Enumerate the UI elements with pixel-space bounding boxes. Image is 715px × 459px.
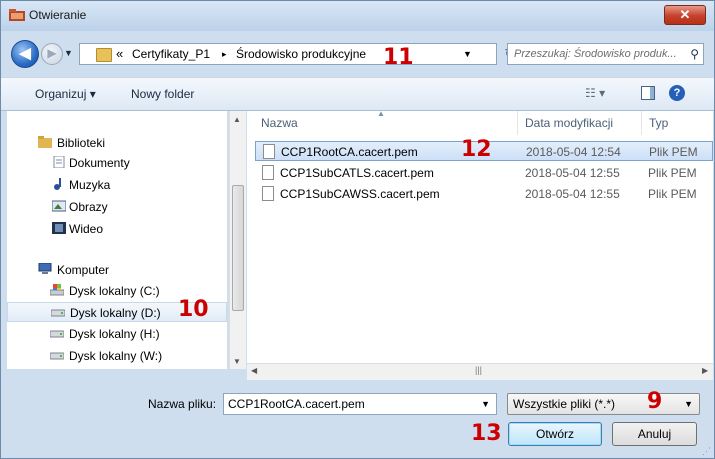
- scrollbar-grip[interactable]: |||: [475, 365, 482, 375]
- resize-grip-icon[interactable]: ⋰: [702, 446, 711, 457]
- file-list-hscrollbar[interactable]: ◀ ||| ▶: [247, 363, 713, 380]
- column-divider[interactable]: [641, 111, 642, 135]
- file-icon: [262, 186, 274, 201]
- callout-9: 9: [647, 389, 663, 414]
- navigation-pane: Biblioteki Dokumenty Muzyka Obrazy Wideo…: [7, 111, 227, 369]
- navigation-scrollbar[interactable]: ▲ ▼: [229, 111, 246, 369]
- tree-label-drive-h: Dysk lokalny (H:): [69, 327, 160, 341]
- forward-arrow-icon[interactable]: ▶: [41, 43, 63, 65]
- tree-item-computer[interactable]: Komputer: [7, 260, 225, 280]
- tree-label-computer: Komputer: [57, 263, 110, 277]
- library-icon: [38, 136, 52, 148]
- open-button[interactable]: Otwórz: [508, 422, 602, 446]
- filename-value: CCP1RootCA.cacert.pem: [228, 397, 365, 411]
- tree-label-drive-c: Dysk lokalny (C:): [69, 284, 160, 298]
- scrollbar-thumb[interactable]: [232, 185, 244, 311]
- search-icon[interactable]: ⚲: [690, 47, 699, 61]
- cancel-button[interactable]: Anuluj: [612, 422, 697, 446]
- file-date: 2018-05-04 12:55: [525, 187, 620, 201]
- tree-label-libraries: Biblioteki: [57, 136, 106, 150]
- dialog-footer: Nazwa pliku: CCP1RootCA.cacert.pem ▼ Wsz…: [1, 381, 714, 458]
- tree-label-dokumenty: Dokumenty: [69, 156, 130, 170]
- search-input[interactable]: Przeszukaj: Środowisko produk... ⚲: [507, 43, 704, 65]
- scroll-down-icon[interactable]: ▼: [233, 357, 241, 366]
- file-list-pane: Nazwa ▲ Data modyfikacji Typ CCP1RootCA.…: [247, 109, 713, 369]
- tree-item-wideo[interactable]: Wideo: [7, 219, 225, 239]
- breadcrumb-segment-srodowisko[interactable]: Środowisko produkcyjne: [236, 47, 366, 61]
- address-dropdown-icon[interactable]: ▼: [463, 49, 472, 59]
- tree-label-wideo: Wideo: [69, 222, 104, 236]
- column-header-name[interactable]: Nazwa: [261, 116, 298, 130]
- tree-label-drive-w: Dysk lokalny (W:): [69, 349, 163, 363]
- column-header-type[interactable]: Typ: [649, 116, 668, 130]
- breadcrumb-separator[interactable]: ▸: [222, 49, 227, 60]
- tree-label-muzyka: Muzyka: [69, 178, 111, 192]
- tree-label-drive-d: Dysk lokalny (D:): [70, 306, 161, 320]
- music-icon: [54, 178, 61, 190]
- callout-12: 12: [461, 137, 492, 162]
- breadcrumb-segment-certyfikaty[interactable]: Certyfikaty_P1: [132, 47, 210, 61]
- recent-locations-dropdown[interactable]: ▼: [64, 48, 73, 58]
- document-icon: [53, 156, 65, 168]
- tree-item-dokumenty[interactable]: Dokumenty: [7, 153, 225, 173]
- computer-icon: [38, 263, 52, 274]
- pictures-icon: [52, 200, 66, 212]
- callout-13: 13: [471, 421, 502, 446]
- title-bar: Otwieranie ✕: [1, 1, 714, 31]
- breadcrumb-overflow[interactable]: «: [116, 46, 123, 61]
- tree-item-obrazy[interactable]: Obrazy: [7, 197, 225, 217]
- column-divider[interactable]: [517, 111, 518, 135]
- tree-item-drive-h[interactable]: Dysk lokalny (H:): [7, 324, 225, 344]
- organize-button[interactable]: Organizuj ▾: [35, 87, 96, 101]
- file-row-subcawss[interactable]: CCP1SubCAWSS.cacert.pem 2018-05-04 12:55…: [255, 184, 713, 204]
- tree-item-muzyka[interactable]: Muzyka: [7, 175, 225, 195]
- callout-10: 10: [178, 297, 209, 322]
- scroll-left-icon[interactable]: ◀: [251, 366, 257, 375]
- close-button[interactable]: ✕: [664, 5, 706, 25]
- video-icon: [52, 222, 66, 234]
- file-row-subcatls[interactable]: CCP1SubCATLS.cacert.pem 2018-05-04 12:55…: [255, 163, 713, 183]
- file-date: 2018-05-04 12:54: [526, 145, 621, 159]
- filter-value: Wszystkie pliki (*.*): [513, 397, 616, 411]
- app-folder-icon: [9, 9, 25, 21]
- search-placeholder: Przeszukaj: Środowisko produk...: [514, 48, 677, 60]
- filename-label: Nazwa pliku:: [148, 397, 217, 411]
- column-header-date[interactable]: Data modyfikacji: [525, 116, 613, 130]
- file-date: 2018-05-04 12:55: [525, 166, 620, 180]
- file-type-filter-select[interactable]: Wszystkie pliki (*.*) ▼: [507, 393, 700, 415]
- file-type: Plik PEM: [648, 187, 697, 201]
- filename-dropdown-icon[interactable]: ▼: [481, 399, 490, 409]
- file-name: CCP1SubCATLS.cacert.pem: [280, 166, 434, 180]
- file-name: CCP1SubCAWSS.cacert.pem: [280, 187, 440, 201]
- toolbar: Organizuj ▾ Nowy folder ☷ ▾ ?: [1, 77, 714, 111]
- scroll-up-icon[interactable]: ▲: [233, 115, 241, 124]
- file-type: Plik PEM: [649, 145, 698, 159]
- callout-11: 11: [383, 45, 414, 70]
- open-file-dialog: Otwieranie ✕ ◀ ▶ ▼ « Certyfikaty_P1 ▸ Śr…: [0, 0, 715, 459]
- file-name: CCP1RootCA.cacert.pem: [281, 145, 418, 159]
- system-drive-icon: [50, 284, 64, 296]
- folder-icon: [96, 48, 112, 62]
- new-folder-button[interactable]: Nowy folder: [131, 87, 194, 101]
- window-title: Otwieranie: [29, 8, 87, 22]
- filename-input[interactable]: CCP1RootCA.cacert.pem ▼: [223, 393, 497, 415]
- drive-icon: [50, 352, 64, 360]
- address-row: ◀ ▶ ▼ « Certyfikaty_P1 ▸ Środowisko prod…: [1, 35, 714, 75]
- file-icon: [262, 165, 274, 180]
- view-icon[interactable]: ☷ ▾: [585, 86, 605, 100]
- help-icon[interactable]: ?: [669, 85, 685, 101]
- tree-label-obrazy: Obrazy: [69, 200, 108, 214]
- preview-pane-icon[interactable]: [641, 86, 655, 100]
- drive-icon: [51, 309, 65, 317]
- sort-ascending-icon: ▲: [377, 109, 385, 118]
- file-type: Plik PEM: [648, 166, 697, 180]
- file-icon: [263, 144, 275, 159]
- scroll-right-icon[interactable]: ▶: [702, 366, 708, 375]
- drive-icon: [50, 330, 64, 338]
- filter-dropdown-icon[interactable]: ▼: [684, 399, 693, 409]
- tree-item-libraries[interactable]: Biblioteki: [7, 133, 225, 153]
- address-bar[interactable]: « Certyfikaty_P1 ▸ Środowisko produkcyjn…: [79, 43, 497, 65]
- back-arrow-icon[interactable]: ◀: [11, 40, 39, 68]
- tree-item-drive-w[interactable]: Dysk lokalny (W:): [7, 346, 225, 366]
